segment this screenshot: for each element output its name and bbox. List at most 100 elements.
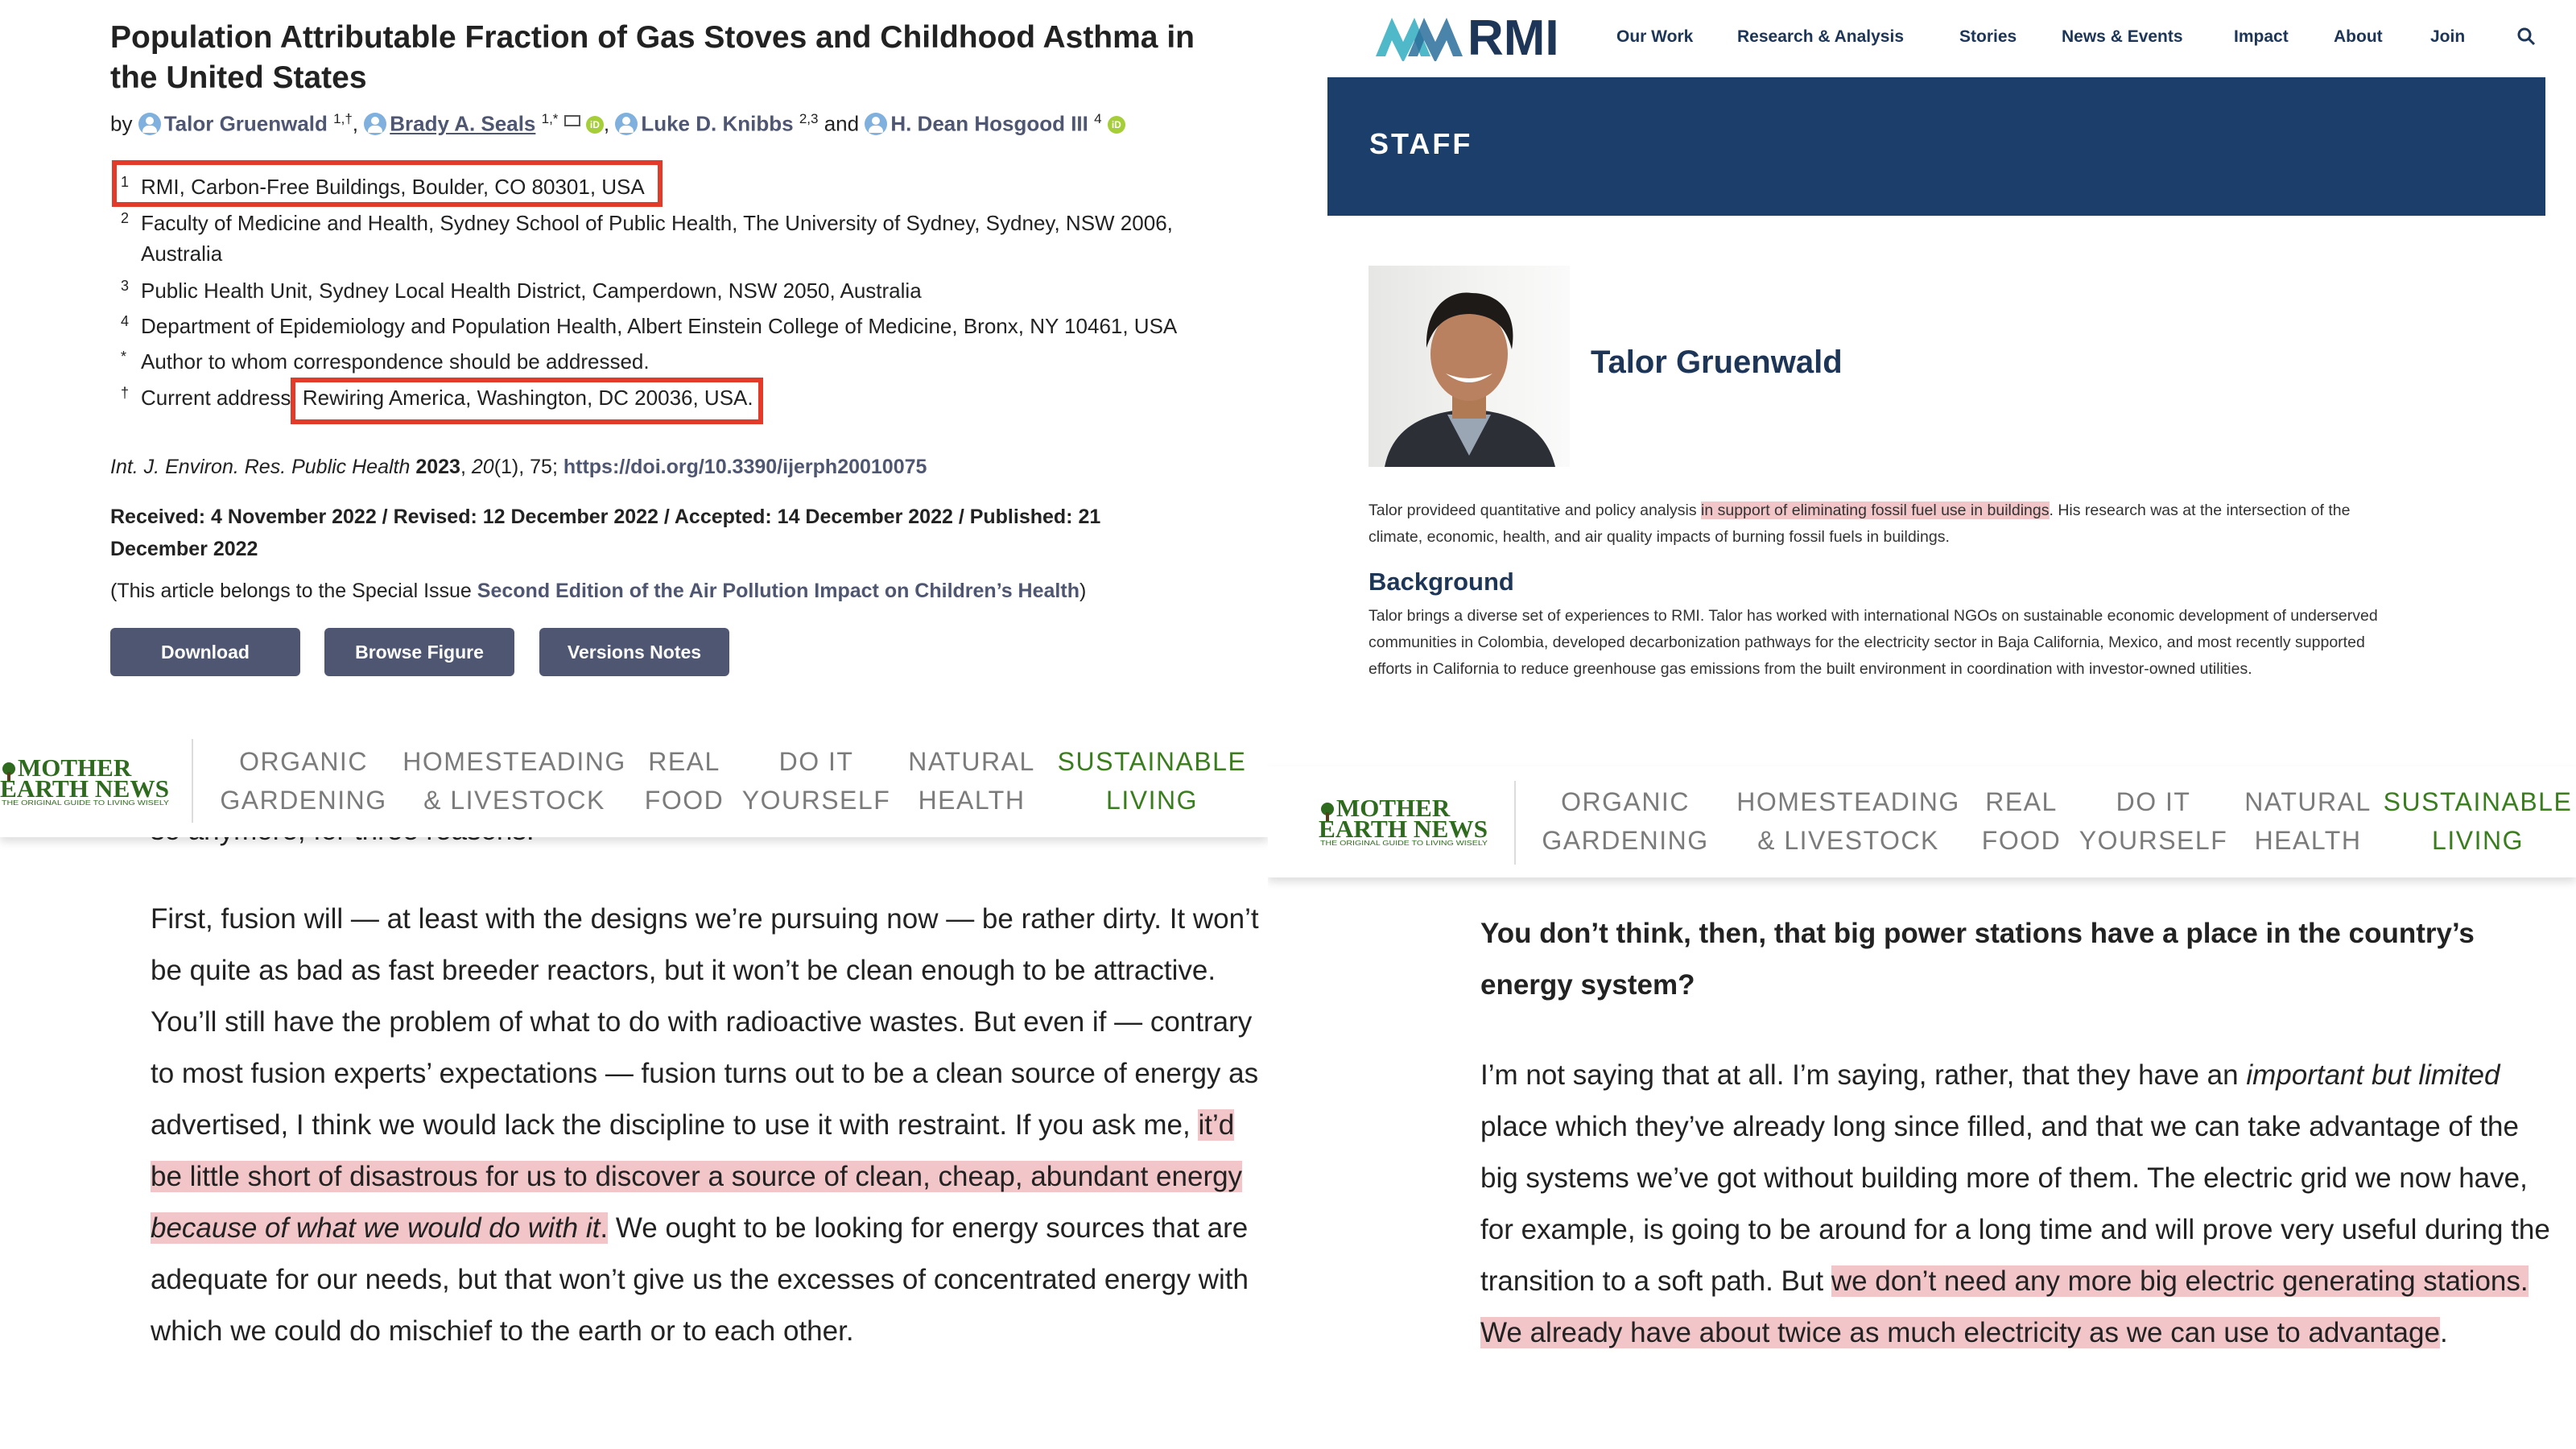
person-icon <box>138 112 161 135</box>
journal-name: Int. J. Environ. Res. Public Health <box>110 456 411 478</box>
men-navbar: MOTHER EARTH NEWS THE ORIGINAL GUIDE TO … <box>0 724 1268 837</box>
nav-sustainable-living[interactable]: SUSTAINABLE LIVING <box>1043 742 1261 819</box>
highlight-text: . <box>600 1212 609 1244</box>
nav-stories[interactable]: Stories <box>1959 27 2017 47</box>
affiliation-text: Department of Epidemiology and Populatio… <box>141 314 1178 338</box>
affiliation-mark: † <box>121 385 130 401</box>
citation-issue: (1), 75; <box>493 456 558 478</box>
affiliation-mark: 4 <box>121 313 130 329</box>
staff-banner: STAFF <box>1327 77 2545 216</box>
nav-homesteading-livestock[interactable]: HOMESTEADING & LIVESTOCK <box>1732 782 1965 860</box>
men-logo-tagline: THE ORIGINAL GUIDE TO LIVING WISELY <box>1320 840 1488 847</box>
nav-organic-gardening[interactable]: ORGANIC GARDENING <box>193 742 414 819</box>
rmi-logo[interactable]: RMI <box>1373 6 1566 61</box>
nav-do-it-yourself[interactable]: DO IT YOURSELF <box>736 742 897 819</box>
nav-research-analysis[interactable]: Research & Analysis <box>1737 27 1904 47</box>
men-right-panel: MOTHER EARTH NEWS THE ORIGINAL GUIDE TO … <box>1268 749 2576 1449</box>
special-issue-suffix: ) <box>1079 580 1087 602</box>
special-issue-link[interactable]: Second Edition of the Air Pollution Impa… <box>477 580 1080 602</box>
paper-panel: Population Attributable Fraction of Gas … <box>0 0 1268 724</box>
men-logo[interactable]: MOTHER EARTH NEWS THE ORIGINAL GUIDE TO … <box>1319 795 1494 847</box>
author-sup: 1,* <box>541 111 559 126</box>
nav-do-it-yourself[interactable]: DO IT YOURSELF <box>2073 782 2234 860</box>
nav-real-food[interactable]: REAL FOOD <box>1965 782 2078 860</box>
browse-figure-button[interactable]: Browse Figure <box>324 628 514 676</box>
author-link[interactable]: H. Dean Hosgood III <box>890 112 1088 136</box>
person-icon <box>615 112 638 135</box>
article-text: . <box>2439 1317 2448 1348</box>
nav-natural-health[interactable]: NATURAL HEALTH <box>2231 782 2384 860</box>
men-logo[interactable]: MOTHER EARTH NEWS THE ORIGINAL GUIDE TO … <box>0 755 175 807</box>
author-link[interactable]: Brady A. Seals <box>390 112 535 136</box>
nav-about[interactable]: About <box>2334 27 2383 47</box>
nav-line: & LIVESTOCK <box>423 786 605 815</box>
special-issue-prefix: (This article belongs to the Special Iss… <box>110 580 472 602</box>
article-text: I’m not saying that at all. I’m saying, … <box>1480 1059 2247 1091</box>
publication-dates: Received: 4 November 2022 / Revised: 12 … <box>110 506 1101 560</box>
author-line: by Talor Gruenwald 1,†, Brady A. Seals 1… <box>110 111 1125 137</box>
staff-heading: STAFF <box>1369 127 1473 160</box>
nav-line: REAL <box>648 747 720 776</box>
nav-line: ORGANIC <box>239 747 368 776</box>
person-icon <box>364 112 387 135</box>
staff-name: Talor Gruenwald <box>1591 345 1843 380</box>
highlight-italic: because of what we would do with it <box>151 1212 601 1244</box>
nav-impact[interactable]: Impact <box>2234 27 2289 47</box>
nav-line: SUSTAINABLE <box>2383 787 2573 816</box>
special-issue-note: (This article belongs to the Special Iss… <box>110 580 1086 603</box>
interview-question: You don’t think, then, that big power st… <box>1480 918 2475 1001</box>
nav-join[interactable]: Join <box>2430 27 2465 47</box>
nav-line: HEALTH <box>918 786 1026 815</box>
search-icon[interactable] <box>2516 27 2536 46</box>
affiliation: * Author to whom correspondence should b… <box>121 346 1195 377</box>
person-icon <box>865 112 888 135</box>
nav-homesteading-livestock[interactable]: HOMESTEADING & LIVESTOCK <box>398 742 631 819</box>
orcid-icon[interactable]: iD <box>1107 115 1125 134</box>
citation-volume: 20 <box>471 456 494 478</box>
nav-natural-health[interactable]: NATURAL HEALTH <box>895 742 1048 819</box>
highlight-box <box>112 160 663 207</box>
nav-line: LIVING <box>2432 826 2524 855</box>
affiliation-text: Public Health Unit, Sydney Local Health … <box>141 279 922 303</box>
nav-line: HOMESTEADING <box>1736 787 1960 816</box>
affiliation-text: Faculty of Medicine and Health, Sydney S… <box>141 211 1173 266</box>
affiliation-mark: * <box>121 349 127 365</box>
background-heading: Background <box>1368 568 1514 596</box>
nav-organic-gardening[interactable]: ORGANIC GARDENING <box>1515 782 1736 860</box>
nav-line: GARDENING <box>1542 826 1709 855</box>
affiliation: 3 Public Health Unit, Sydney Local Healt… <box>121 275 1195 306</box>
nav-line: FOOD <box>644 786 724 815</box>
bio-text: Talor provideed quantitative and policy … <box>1368 502 1701 519</box>
nav-sustainable-living[interactable]: SUSTAINABLE LIVING <box>2383 782 2573 860</box>
author-sup: 4 <box>1094 111 1102 126</box>
orcid-icon[interactable]: iD <box>585 115 604 134</box>
staff-bio: Talor provideed quantitative and policy … <box>1368 497 2383 551</box>
nav-news-events[interactable]: News & Events <box>2062 27 2183 47</box>
nav-real-food[interactable]: REAL FOOD <box>628 742 741 819</box>
nav-line: NATURAL <box>2244 787 2372 816</box>
current-address-label: Current address: <box>141 386 297 410</box>
versions-notes-button[interactable]: Versions Notes <box>539 628 729 676</box>
men-logo-line2: EARTH NEWS <box>1319 815 1488 843</box>
nav-line: NATURAL <box>908 747 1035 776</box>
rmi-logo-text: RMI <box>1468 10 1559 61</box>
nav-line: & LIVESTOCK <box>1757 826 1939 855</box>
nav-our-work[interactable]: Our Work <box>1616 27 1693 47</box>
article-italic: important but limited <box>2246 1059 2500 1091</box>
article-paragraph: I’m not saying that at all. I’m saying, … <box>1480 1050 2559 1359</box>
citation: Int. J. Environ. Res. Public Health 2023… <box>110 456 927 478</box>
nav-line: GARDENING <box>220 786 387 815</box>
author-link[interactable]: Talor Gruenwald <box>164 112 328 136</box>
author-link[interactable]: Luke D. Knibbs <box>641 112 793 136</box>
citation-year: 2023 <box>415 456 460 478</box>
nav-line: SUSTAINABLE <box>1057 747 1247 776</box>
nav-line: YOURSELF <box>741 786 891 815</box>
background-text: Talor brings a diverse set of experience… <box>1368 607 2378 678</box>
nav-line: DO IT <box>2116 787 2191 816</box>
download-button[interactable]: Download <box>110 628 300 676</box>
mail-icon[interactable] <box>564 114 580 126</box>
nav-line: HEALTH <box>2254 826 2362 855</box>
author-sup: 2,3 <box>799 111 819 126</box>
nav-line: YOURSELF <box>2079 826 2228 855</box>
doi-link[interactable]: https://doi.org/10.3390/ijerph20010075 <box>564 456 927 478</box>
